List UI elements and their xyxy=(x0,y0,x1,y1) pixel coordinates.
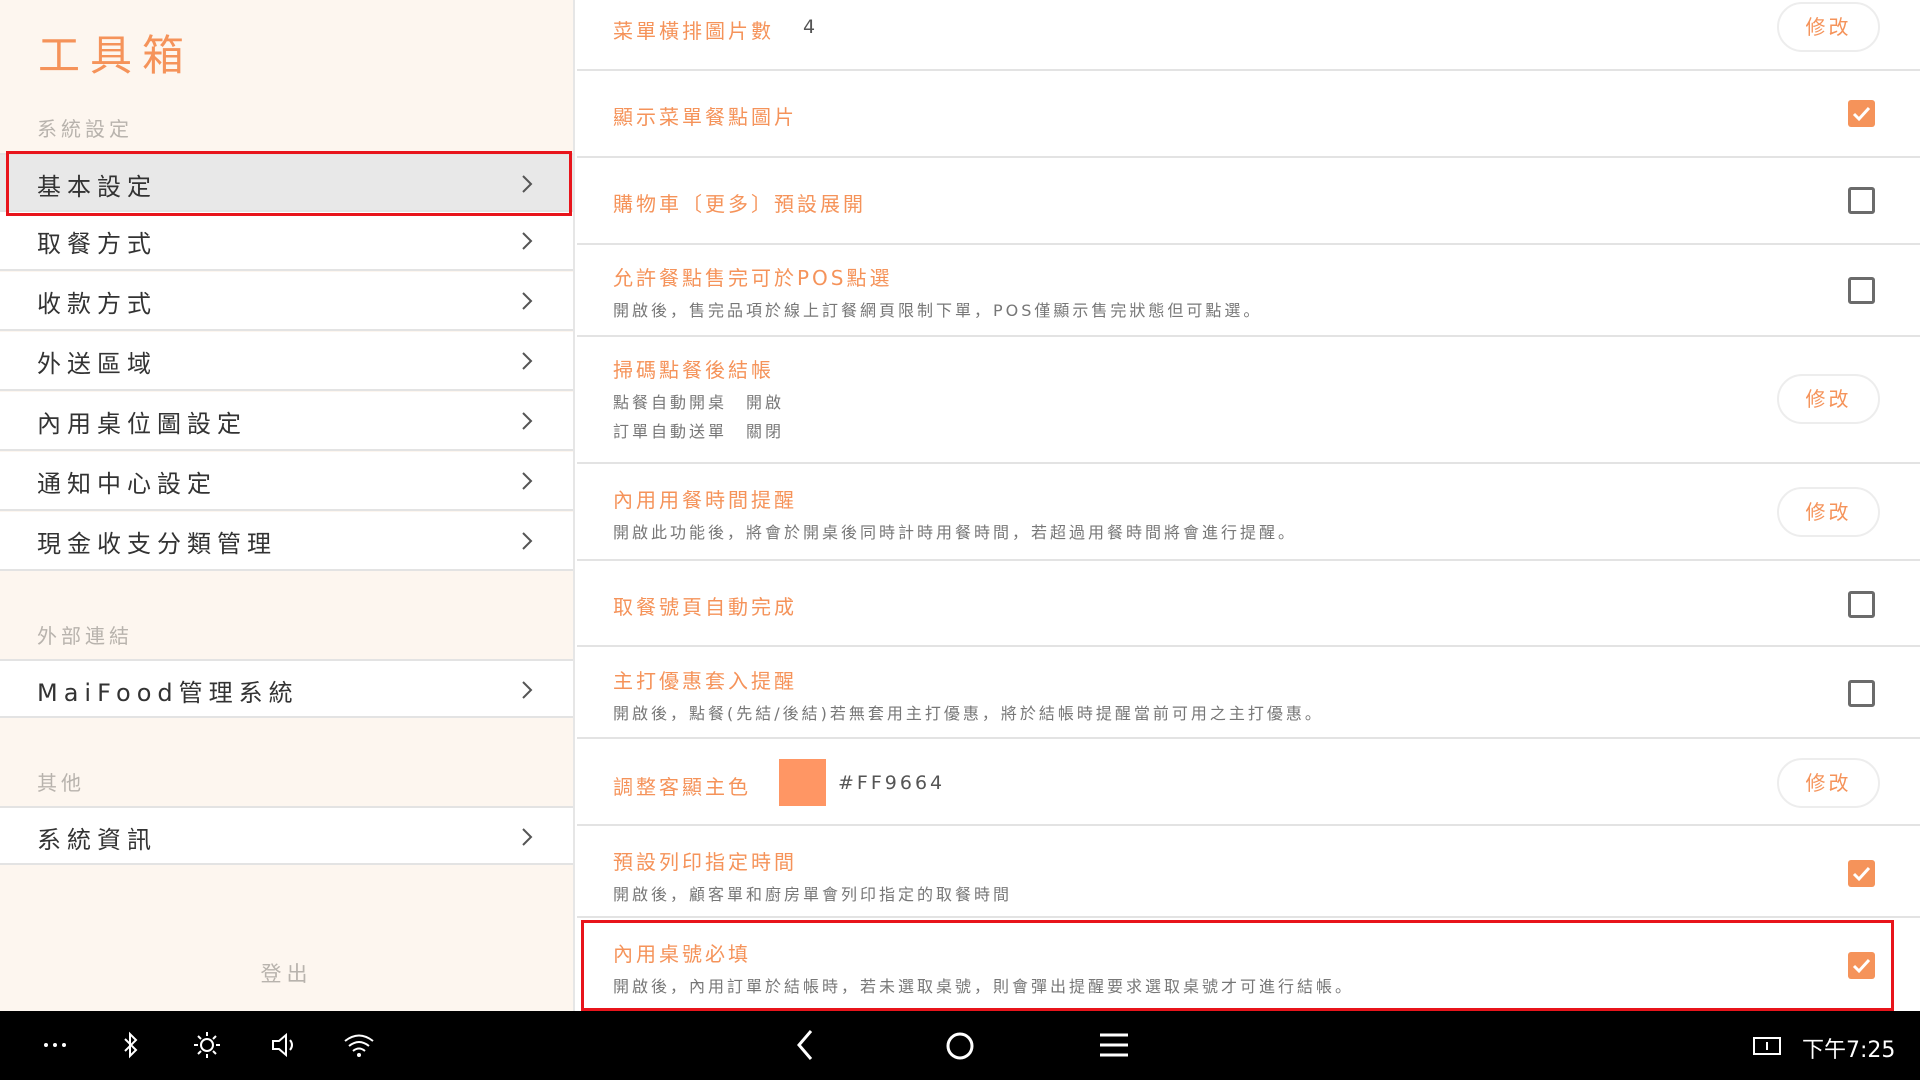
setting-title: 預設列印指定時間 xyxy=(613,850,797,874)
sidebar-item-payment-methods[interactable]: 收款方式 xyxy=(0,272,573,331)
chevron-right-icon xyxy=(522,352,533,370)
setting-title: 允許餐點售完可於POS點選 xyxy=(613,266,893,290)
sidebar-item-delivery-zones[interactable]: 外送區域 xyxy=(0,332,573,391)
setting-title: 取餐號頁自動完成 xyxy=(613,595,797,619)
setting-row-table-number-required: 內用桌號必填 開啟後，內用訂單於結帳時，若未選取桌號，則會彈出提醒要求選取桌號才… xyxy=(577,918,1920,1011)
chevron-right-icon xyxy=(522,292,533,310)
screen-icon[interactable] xyxy=(1752,1035,1782,1057)
check-icon xyxy=(1852,958,1871,974)
section-label-external-links: 外部連結 xyxy=(37,624,133,648)
edit-button[interactable]: 修改 xyxy=(1777,758,1880,808)
sidebar-item-label: 現金收支分類管理 xyxy=(37,530,277,558)
color-hex-value: #FF9664 xyxy=(838,772,946,794)
setting-row-show-menu-images: 顯示菜單餐點圖片 xyxy=(577,71,1920,158)
chevron-right-icon xyxy=(522,412,533,430)
setting-title: 內用用餐時間提醒 xyxy=(613,488,797,512)
sidebar-item-label: 取餐方式 xyxy=(37,230,157,258)
setting-title: 購物車〔更多〕預設展開 xyxy=(613,192,866,216)
setting-description: 開啟後，顧客單和廚房單會列印指定的取餐時間 xyxy=(613,885,1013,904)
volume-icon[interactable] xyxy=(270,1032,300,1058)
edit-button[interactable]: 修改 xyxy=(1777,2,1880,52)
bluetooth-icon[interactable] xyxy=(121,1031,141,1059)
setting-row-promo-reminder: 主打優惠套入提醒 開啟後，點餐(先結/後結)若無套用主打優惠，將於結帳時提醒當前… xyxy=(577,647,1920,739)
setting-title: 顯示菜單餐點圖片 xyxy=(613,105,797,129)
sidebar-item-maifood-admin[interactable]: MaiFood管理系統 xyxy=(0,659,573,718)
sidebar-item-label: 基本設定 xyxy=(37,173,157,201)
section-label-other: 其他 xyxy=(37,771,85,795)
menu-icon[interactable] xyxy=(1098,1031,1130,1059)
settings-panel: 菜單橫排圖片數 4 修改 顯示菜單餐點圖片 購物車〔更多〕預設展開 允許餐點售完… xyxy=(577,0,1920,1011)
sidebar-item-basic-settings[interactable]: 基本設定 xyxy=(0,153,573,212)
section-label-system-settings: 系統設定 xyxy=(37,117,133,141)
chevron-right-icon xyxy=(522,175,533,193)
checkbox-checked[interactable] xyxy=(1848,952,1875,979)
sidebar-item-label: 收款方式 xyxy=(37,290,157,318)
sidebar-item-label: 外送區域 xyxy=(37,350,157,378)
setting-row-print-pickup-time: 預設列印指定時間 開啟後，顧客單和廚房單會列印指定的取餐時間 xyxy=(577,826,1920,918)
setting-row-customer-display-color: 調整客顯主色 #FF9664 修改 xyxy=(577,739,1920,826)
setting-title: 菜單橫排圖片數 xyxy=(613,19,774,43)
sidebar-item-notification-center[interactable]: 通知中心設定 xyxy=(0,452,573,511)
setting-row-sold-out-pos-select: 允許餐點售完可於POS點選 開啟後，售完品項於線上訂餐網頁限制下單，POS僅顯示… xyxy=(577,245,1920,337)
sidebar-item-table-map[interactable]: 內用桌位圖設定 xyxy=(0,392,573,451)
setting-description: 開啟後，內用訂單於結帳時，若未選取桌號，則會彈出提醒要求選取桌號才可進行結帳。 xyxy=(613,977,1355,996)
brightness-icon[interactable] xyxy=(193,1031,221,1059)
chevron-right-icon xyxy=(522,472,533,490)
setting-title: 內用桌號必填 xyxy=(613,942,751,966)
checkbox-unchecked[interactable] xyxy=(1848,187,1875,214)
sidebar-item-label: 通知中心設定 xyxy=(37,470,217,498)
sidebar-item-system-info[interactable]: 系統資訊 xyxy=(0,806,573,865)
edit-button[interactable]: 修改 xyxy=(1777,487,1880,537)
setting-title: 調整客顯主色 xyxy=(613,775,751,799)
sidebar-item-pickup-methods[interactable]: 取餐方式 xyxy=(0,212,573,271)
chevron-right-icon xyxy=(522,532,533,550)
check-icon xyxy=(1852,106,1871,122)
chevron-right-icon xyxy=(522,828,533,846)
setting-row-pickup-auto-complete: 取餐號頁自動完成 xyxy=(577,561,1920,647)
setting-row-menu-image-count: 菜單橫排圖片數 4 修改 xyxy=(577,0,1920,71)
setting-row-cart-more-expanded: 購物車〔更多〕預設展開 xyxy=(577,158,1920,245)
sidebar-item-cash-categories[interactable]: 現金收支分類管理 xyxy=(0,512,573,571)
system-navigation-bar: 下午7:25 xyxy=(0,1011,1920,1080)
sidebar: 工具箱 系統設定 基本設定 取餐方式 收款方式 外送區域 內用桌位圖設定 通知中… xyxy=(0,0,575,1011)
setting-description: 點餐自動開桌 開啟 xyxy=(613,393,785,412)
checkbox-checked[interactable] xyxy=(1848,860,1875,887)
checkbox-unchecked[interactable] xyxy=(1848,277,1875,304)
setting-row-scan-order-checkout: 掃碼點餐後結帳 點餐自動開桌 開啟 訂單自動送單 關閉 修改 xyxy=(577,337,1920,464)
checkbox-unchecked[interactable] xyxy=(1848,591,1875,618)
logout-button[interactable]: 登出 xyxy=(0,958,573,988)
app-title: 工具箱 xyxy=(38,31,195,80)
back-icon[interactable] xyxy=(794,1028,816,1062)
chevron-right-icon xyxy=(522,232,533,250)
setting-description: 開啟後，點餐(先結/後結)若無套用主打優惠，將於結帳時提醒當前可用之主打優惠。 xyxy=(613,704,1324,723)
checkbox-unchecked[interactable] xyxy=(1848,680,1875,707)
edit-button[interactable]: 修改 xyxy=(1777,374,1880,424)
setting-row-dining-time-reminder: 內用用餐時間提醒 開啟此功能後，將會於開桌後同時計時用餐時間，若超過用餐時間將會… xyxy=(577,464,1920,561)
setting-title: 掃碼點餐後結帳 xyxy=(613,358,774,382)
more-icon[interactable] xyxy=(43,1042,67,1048)
sidebar-item-label: 內用桌位圖設定 xyxy=(37,410,247,438)
check-icon xyxy=(1852,866,1871,882)
clock: 下午7:25 xyxy=(1802,1038,1896,1063)
color-swatch[interactable] xyxy=(779,759,826,806)
sidebar-item-label: 系統資訊 xyxy=(37,826,157,854)
setting-description: 訂單自動送單 關閉 xyxy=(613,422,785,441)
setting-value: 4 xyxy=(803,16,819,38)
sidebar-item-label: MaiFood管理系統 xyxy=(37,679,299,707)
checkbox-checked[interactable] xyxy=(1848,100,1875,127)
chevron-right-icon xyxy=(522,681,533,699)
setting-description: 開啟後，售完品項於線上訂餐網頁限制下單，POS僅顯示售完狀態但可點選。 xyxy=(613,301,1263,320)
setting-title: 主打優惠套入提醒 xyxy=(613,669,797,693)
setting-description: 開啟此功能後，將會於開桌後同時計時用餐時間，若超過用餐時間將會進行提醒。 xyxy=(613,523,1298,542)
home-icon[interactable] xyxy=(944,1030,976,1062)
wifi-icon[interactable] xyxy=(343,1033,375,1057)
